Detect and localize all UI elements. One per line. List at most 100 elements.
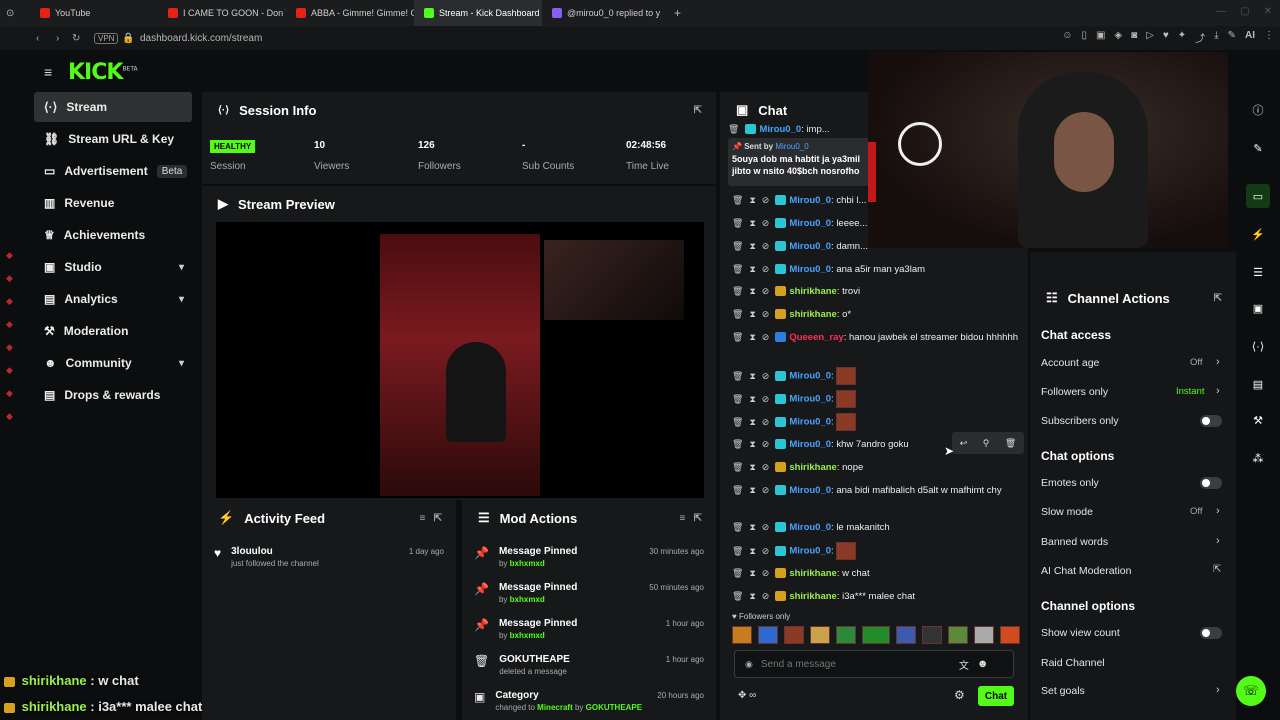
trash-icon[interactable]: 🗑 <box>1005 438 1016 449</box>
chat-message[interactable]: 🗑 ⧗ ⊘ shirikhane: w chat <box>732 566 1022 581</box>
chat-username[interactable]: Mirou0_0 <box>789 371 831 382</box>
chat-message[interactable]: 🗑 ⧗ ⊘ Mirou0_0: <box>732 390 1022 408</box>
mod-user[interactable]: bxhxmxd <box>510 595 545 604</box>
url-field[interactable]: dashboard.kick.com/stream <box>140 33 262 44</box>
app-icon[interactable]: ◆ <box>6 319 13 330</box>
ban-icon[interactable]: ⊘ <box>762 218 770 228</box>
app-icon[interactable]: ◆ <box>6 296 13 307</box>
timeout-icon[interactable]: ⧗ <box>749 332 755 342</box>
chat-username[interactable]: shirikhane <box>789 286 837 297</box>
edit-icon[interactable]: ✎ <box>1246 136 1270 160</box>
sidebar-item-analytics[interactable]: ▤ Analytics ▾ <box>34 284 192 314</box>
info-icon[interactable]: ⓘ <box>1246 98 1270 122</box>
timeout-icon[interactable]: ⧗ <box>749 439 755 449</box>
timeout-icon[interactable]: ⧗ <box>749 417 755 427</box>
sidebar-item-community[interactable]: ☻ Community ▾ <box>34 348 192 378</box>
trash-icon[interactable]: 🗑 <box>732 218 743 228</box>
emote-icon[interactable] <box>784 626 804 644</box>
trash-icon[interactable]: 🗑 <box>732 462 743 472</box>
chat-username[interactable]: shirikhane <box>789 591 837 602</box>
trash-icon[interactable]: 🗑 <box>732 309 743 319</box>
trash-icon[interactable]: 🗑 <box>732 394 743 404</box>
sidebar-item-stream[interactable]: ⟨·⟩ Stream <box>34 92 192 122</box>
translate-icon[interactable]: 文 <box>959 657 969 672</box>
trash-icon[interactable]: 🗑 <box>732 439 743 449</box>
chevron-right-icon[interactable]: › <box>1216 535 1220 547</box>
trash-icon[interactable]: 🗑 <box>732 264 743 274</box>
timeout-icon[interactable]: ⧗ <box>749 568 755 578</box>
ban-icon[interactable]: ⊘ <box>762 309 770 319</box>
stream-preview-video[interactable] <box>216 222 704 498</box>
chat-username[interactable]: Queeen_ray <box>789 332 843 343</box>
timeout-icon[interactable]: ⧗ <box>749 522 755 532</box>
chat-username[interactable]: Mirou0_0 <box>789 394 831 405</box>
filter-icon[interactable]: ≡ ⇱ <box>679 513 702 524</box>
chat-message[interactable]: 🗑 ⧗ ⊘ Queeen_ray: hanou jawbek el streamer … <box>732 330 1022 345</box>
chevron-right-icon[interactable]: › <box>1216 684 1220 696</box>
chat-message[interactable]: 🗑 ⧗ ⊘ shirikhane: nope <box>732 460 1022 475</box>
timeout-icon[interactable]: ⧗ <box>749 485 755 495</box>
kick-logo[interactable]: KICKBETA <box>68 60 138 85</box>
chat-username[interactable]: Mirou0_0 <box>789 241 831 252</box>
chat-username[interactable]: Mirou0_0 <box>789 195 831 206</box>
tab-video-2[interactable]: ABBA - Gimme! Gimme! Gi <box>286 0 414 26</box>
chat-message[interactable]: 🗑 ⧗ ⊘ Mirou0_0: le makanitch <box>732 520 1022 535</box>
ai-button[interactable]: AI <box>1245 30 1255 45</box>
banned-words-label[interactable]: Banned words <box>1041 536 1108 548</box>
emote-icon[interactable] <box>758 626 778 644</box>
puzzle-icon[interactable]: ✦ <box>1178 30 1186 45</box>
chat-message[interactable]: 🗑 ⧗ ⊘ Mirou0_0: <box>732 367 1022 385</box>
emote-icon[interactable] <box>896 626 916 644</box>
app-icon[interactable]: ◆ <box>6 365 13 376</box>
emote-icon[interactable] <box>922 626 942 644</box>
hamburger-menu-icon[interactable]: ≡ <box>44 64 52 80</box>
chat-username[interactable]: shirikhane <box>789 462 837 473</box>
mod-icon[interactable]: ▤ <box>1246 372 1270 396</box>
shield-icon[interactable]: ◈ <box>1114 30 1122 45</box>
send-chat-button[interactable]: Chat <box>978 686 1014 706</box>
chat-username[interactable]: Mirou0_0 <box>789 417 831 428</box>
chat-message[interactable]: 🗑 ⧗ ⊘ shirikhane: trovi <box>732 284 1022 299</box>
timeout-icon[interactable]: ⧗ <box>749 309 755 319</box>
chevron-right-icon[interactable]: › <box>1216 385 1220 397</box>
timeout-icon[interactable]: ⧗ <box>749 195 755 205</box>
emote-icon[interactable] <box>732 626 752 644</box>
chat-input[interactable] <box>760 658 951 670</box>
chat-message[interactable]: 🗑 ⧗ ⊘ Mirou0_0: <box>732 542 1022 560</box>
ban-icon[interactable]: ⊘ <box>762 286 770 296</box>
tab-reply[interactable]: @mirou0_0 replied to y <box>542 0 670 26</box>
app-icon[interactable]: ◆ <box>6 250 13 261</box>
chat-message[interactable]: 🗑 ⧗ ⊘ Mirou0_0: <box>732 413 1022 431</box>
emote-icon[interactable] <box>862 626 890 644</box>
timeout-icon[interactable]: ⧗ <box>749 371 755 381</box>
chat-message[interactable]: 🗑 ⧗ ⊘ Mirou0_0: chbi l... <box>732 193 872 208</box>
emotes-only-toggle[interactable] <box>1200 477 1222 489</box>
trash-icon[interactable]: 🗑 <box>732 371 743 381</box>
app-icon[interactable]: ◆ <box>6 273 13 284</box>
emote-icon[interactable] <box>836 626 856 644</box>
chat-icon[interactable]: ▣ <box>1246 296 1270 320</box>
download-icon[interactable]: ⤓ <box>1214 30 1218 45</box>
set-goals-label[interactable]: Set goals <box>1041 685 1085 697</box>
vpn-badge[interactable]: VPN <box>94 32 119 44</box>
bookmark-icon[interactable]: ▯ <box>1081 30 1087 45</box>
mod-action-title[interactable]: GOKUTHEAPE <box>499 654 570 665</box>
raid-channel-button[interactable]: Raid Channel <box>1041 657 1105 669</box>
timeout-icon[interactable]: ⧗ <box>749 264 755 274</box>
bolt-icon[interactable]: ⚡ <box>1246 222 1270 246</box>
forward-icon[interactable]: › <box>56 33 59 44</box>
emoji-icon[interactable]: ☺ <box>1062 30 1072 45</box>
timeout-icon[interactable]: ⧗ <box>749 241 755 251</box>
app-icon[interactable]: ◆ <box>6 411 13 422</box>
timeout-icon[interactable]: ⧗ <box>749 218 755 228</box>
reload-icon[interactable]: ↻ <box>72 33 80 44</box>
ban-icon[interactable]: ⊘ <box>762 462 770 472</box>
external-link-icon[interactable]: ⇱ <box>1213 564 1221 575</box>
minimize-icon[interactable]: — <box>1216 6 1226 17</box>
chat-message[interactable]: 🗑 ⧗ ⊘ Mirou0_0: ana bidi mafibalich d5alt w… <box>732 483 1022 498</box>
tab-youtube[interactable]: YouTube <box>30 0 158 26</box>
pin-icon[interactable]: ⚲ <box>983 438 990 449</box>
chevron-right-icon[interactable]: › <box>1216 356 1220 368</box>
ban-icon[interactable]: ⊘ <box>762 546 770 556</box>
popout-icon[interactable]: ⇱ <box>694 105 702 116</box>
